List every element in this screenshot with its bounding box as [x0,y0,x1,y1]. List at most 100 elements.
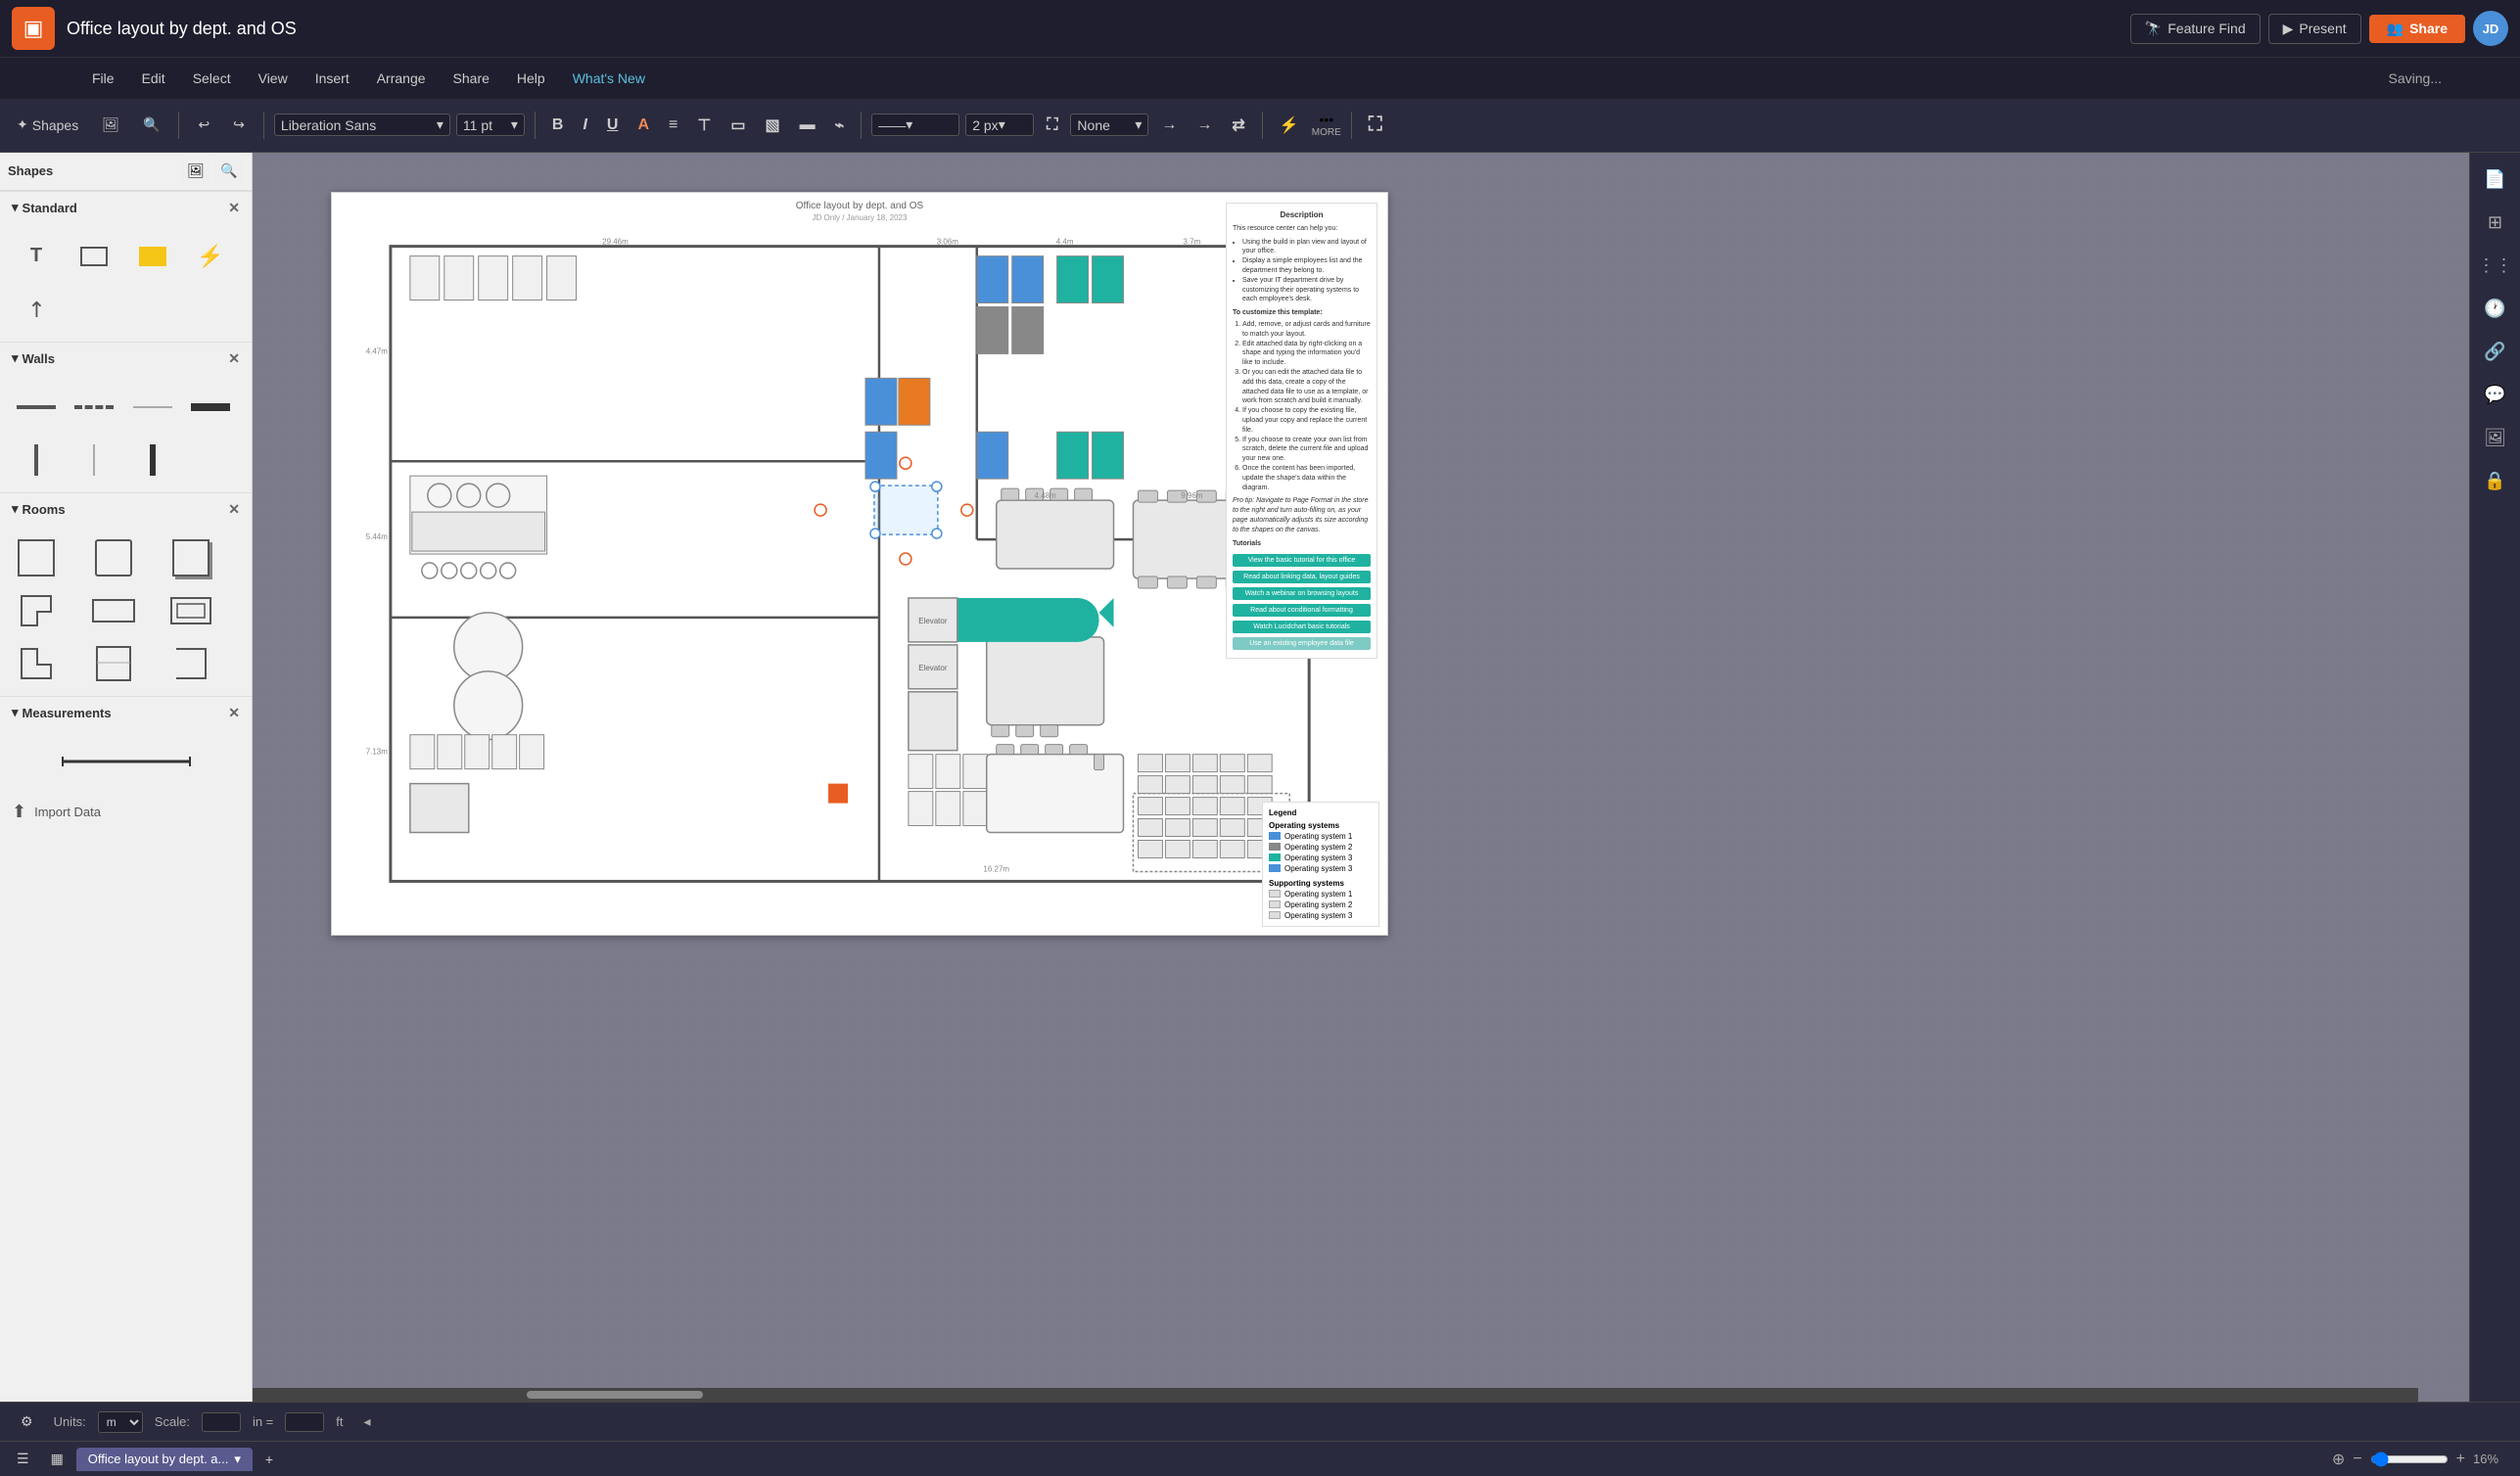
standard-close-button[interactable]: ✕ [228,200,240,216]
measurements-section-header[interactable]: ▾ Measurements ✕ [0,697,252,729]
align-left-button[interactable]: ≡ [662,114,684,137]
bold-button[interactable]: B [545,114,571,137]
conn-start-button[interactable]: → [1154,114,1184,137]
zoom-slider[interactable] [2370,1452,2449,1467]
waypoint-toggle[interactable]: ⛶ [1040,114,1064,137]
right-image-button[interactable]: 🖼 [2476,419,2515,458]
redo-button[interactable]: ↪ [224,112,254,138]
menu-help[interactable]: Help [503,65,559,92]
canvas-scrollbar-h[interactable] [253,1388,2418,1402]
app-logo[interactable]: ▣ [12,7,55,50]
shape-arrow[interactable]: ↗ [12,285,61,334]
room-square-rounded[interactable] [89,533,138,582]
connector-button[interactable]: ⌁ [828,113,852,138]
walls-section-header[interactable]: ▾ Walls ✕ [0,343,252,375]
shape-yellow-rect[interactable] [128,232,177,281]
zoom-out-button[interactable]: − [2353,1451,2361,1468]
scale-input-in[interactable] [202,1412,241,1432]
add-page-button[interactable]: + [257,1447,282,1472]
shapes-search-tool[interactable]: 🔍 [214,157,244,186]
wall-vertical-3[interactable] [128,436,177,484]
user-avatar[interactable]: JD [2473,11,2508,46]
conn-dir-button[interactable]: ⇄ [1225,113,1251,138]
shapes-toggle-button[interactable]: ✦ Shapes [8,112,87,138]
conn-end-button[interactable]: → [1190,114,1219,137]
menu-edit[interactable]: Edit [128,65,179,92]
font-selector[interactable]: Liberation Sans ▾ [274,114,450,136]
menu-whats-new[interactable]: What's New [559,65,659,92]
right-link-button[interactable]: 🔗 [2476,333,2515,372]
image-insert-button[interactable]: 🖼 [93,112,128,138]
diagram-canvas[interactable]: Office layout by dept. and OS JD Only / … [331,192,1388,936]
shape-lightning[interactable]: ⚡ [186,232,235,281]
room-l-shape-2[interactable] [12,639,61,688]
measurements-close-button[interactable]: ✕ [228,705,240,721]
menu-view[interactable]: View [245,65,302,92]
wall-dashed[interactable] [70,383,118,432]
room-l-shape-1[interactable] [12,586,61,635]
rooms-close-button[interactable]: ✕ [228,501,240,518]
fill-color-button[interactable]: ▧ [758,113,786,138]
menu-share[interactable]: Share [440,65,503,92]
room-open[interactable] [166,639,215,688]
rooms-section-header[interactable]: ▾ Rooms ✕ [0,493,252,526]
tutorial-btn-1[interactable]: View the basic tutorial for this office [1233,554,1371,567]
more-button[interactable]: ••• MORE [1312,112,1341,138]
wall-thin-h[interactable] [128,383,177,432]
tutorial-btn-4[interactable]: Read about conditional formatting [1233,604,1371,617]
present-button[interactable]: ▶ Present [2268,14,2361,44]
grid-view-button[interactable]: ▦ [42,1446,72,1472]
shape-text[interactable]: T [12,232,61,281]
room-square-shadow[interactable] [166,533,215,582]
right-clock-button[interactable]: 🕐 [2476,290,2515,329]
units-select[interactable]: m ft cm [98,1411,143,1433]
underline-button[interactable]: U [600,114,626,137]
zoom-in-button[interactable]: + [2456,1451,2465,1468]
search-button[interactable]: 🔍 [134,112,168,138]
right-lock-button[interactable]: 🔒 [2476,462,2515,501]
right-format-button[interactable]: ⋮⋮ [2476,247,2515,286]
wall-horizontal[interactable] [12,383,61,432]
tutorial-btn-3[interactable]: Watch a webinar on browsing layouts [1233,587,1371,600]
border-button[interactable]: ▭ [723,113,752,138]
share-button[interactable]: 👥 Share [2369,15,2465,43]
wall-vertical-2[interactable] [70,436,118,484]
menu-insert[interactable]: Insert [302,65,363,92]
menu-file[interactable]: File [78,65,128,92]
line-weight-selector[interactable]: 2 px ▾ [965,114,1034,136]
menu-select[interactable]: Select [179,65,245,92]
line-style-selector[interactable]: —— ▾ [871,114,959,136]
wall-vertical-1[interactable] [12,436,61,484]
settings-button[interactable]: ⚙ [12,1408,42,1435]
tutorial-btn-6[interactable]: Use an existing employee data file [1233,637,1371,650]
wall-thick-h[interactable] [186,383,235,432]
room-wide-tall[interactable] [89,639,138,688]
font-color-button[interactable]: A [630,114,656,137]
room-rect-inset[interactable] [166,586,215,635]
zoom-fit-button[interactable]: ⊕ [2332,1450,2345,1469]
scale-collapse-button[interactable]: ◂ [355,1408,380,1435]
undo-button[interactable]: ↩ [189,112,218,138]
menu-arrange[interactable]: Arrange [363,65,440,92]
list-view-button[interactable]: ☰ [8,1446,38,1472]
shapes-image-tool[interactable]: 🖼 [181,157,210,186]
room-rect-wide[interactable] [89,586,138,635]
tutorial-btn-2[interactable]: Read about linking data, layout guides [1233,571,1371,583]
canvas-area[interactable]: Office layout by dept. and OS JD Only / … [253,153,2469,1402]
lightning-button[interactable]: ⚡ [1273,113,1306,138]
walls-close-button[interactable]: ✕ [228,350,240,367]
room-square[interactable] [12,533,61,582]
font-size-selector[interactable]: 11 pt ▾ [456,114,525,136]
right-comment-button[interactable]: 💬 [2476,376,2515,415]
fullscreen-button[interactable]: ⛶ [1362,111,1389,139]
line-color-button[interactable]: ▬ [793,114,822,137]
italic-button[interactable]: I [576,114,593,137]
import-data-button[interactable]: ⬆ Import Data [0,794,252,830]
page-tab-active[interactable]: Office layout by dept. a... ▾ [76,1448,253,1471]
right-page-button[interactable]: 📄 [2476,161,2515,200]
standard-section-header[interactable]: ▾ Standard ✕ [0,192,252,224]
measurement-item-1[interactable] [12,737,240,786]
scale-input-ft[interactable] [285,1412,324,1432]
tutorial-btn-5[interactable]: Watch Lucidchart basic tutorials [1233,621,1371,633]
feature-find-button[interactable]: 🔭 Feature Find [2130,14,2261,44]
